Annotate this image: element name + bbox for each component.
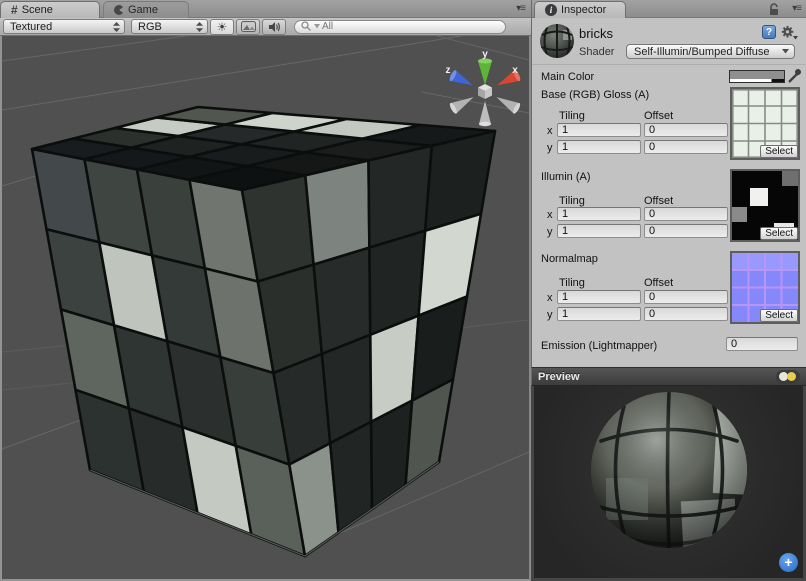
x-row-label: x xyxy=(547,209,553,221)
shader-label: Shader xyxy=(579,46,614,58)
x-row-label: x xyxy=(547,292,553,304)
material-name: bricks xyxy=(579,26,613,41)
gear-icon[interactable] xyxy=(781,25,798,40)
tiling-header: Tiling xyxy=(559,277,585,289)
main-color-swatch[interactable] xyxy=(729,70,785,83)
illumin-tiling-y-field[interactable] xyxy=(557,224,641,238)
lighting-toggle-button[interactable]: ☀ xyxy=(210,19,234,35)
offset-header: Offset xyxy=(644,277,673,289)
search-input[interactable] xyxy=(322,21,482,32)
shader-dropdown[interactable]: Self-Illumin/Bumped Diffuse xyxy=(626,44,795,59)
search-icon xyxy=(301,21,312,32)
preview-header[interactable]: Preview xyxy=(531,367,806,386)
image-icon xyxy=(241,21,256,32)
base-select-button[interactable]: Select xyxy=(760,145,798,158)
updown-arrows-icon xyxy=(196,22,203,32)
textured-cube[interactable] xyxy=(32,107,495,556)
illumin-select-button[interactable]: Select xyxy=(760,227,798,240)
normalmap-tiling-x-field[interactable] xyxy=(557,290,641,304)
gear-dropdown-arrow-icon xyxy=(793,36,798,40)
lock-open-icon[interactable] xyxy=(768,3,780,16)
normalmap-select-button[interactable]: Select xyxy=(760,309,798,322)
sun-icon: ☀ xyxy=(217,21,228,33)
search-filter-arrow-icon xyxy=(314,24,320,29)
main-color-label: Main Color xyxy=(541,71,594,83)
tab-inspector-label: Inspector xyxy=(561,4,606,16)
gizmo-y-label[interactable]: y xyxy=(482,49,488,60)
gizmo-axis-y[interactable] xyxy=(478,59,492,86)
gizmo-center-cube[interactable] xyxy=(478,84,492,99)
preview-title: Preview xyxy=(538,371,752,383)
unity-editor-window: # Scene Game ▾≡ Textured RGB ☀ xyxy=(0,0,806,581)
x-row-label: x xyxy=(547,125,553,137)
illumin-offset-y-field[interactable] xyxy=(644,224,728,238)
y-row-label: y xyxy=(547,142,553,154)
gizmo-axis-z[interactable] xyxy=(448,69,475,90)
base-tiling-y-field[interactable] xyxy=(557,140,641,154)
scene-3d-view: y x z xyxy=(2,36,529,577)
tab-inspector[interactable]: i Inspector xyxy=(534,1,626,18)
orientation-gizmo[interactable]: y x z xyxy=(446,49,522,126)
game-icon xyxy=(114,5,124,15)
inspector-panel-menu-icon[interactable]: ▾≡ xyxy=(792,3,801,14)
chevron-down-icon xyxy=(782,49,789,54)
illumin-tiling-x-field[interactable] xyxy=(557,207,641,221)
audio-toggle-button[interactable] xyxy=(262,19,286,35)
offset-header: Offset xyxy=(644,195,673,207)
speaker-icon xyxy=(268,21,281,33)
offset-header: Offset xyxy=(644,110,673,122)
tab-game[interactable]: Game xyxy=(103,1,189,18)
illumin-texture-thumbnail[interactable]: Select xyxy=(730,169,800,242)
inspector-tabbar: i Inspector ▾≡ xyxy=(531,0,806,18)
normalmap-texture-thumbnail[interactable]: Select xyxy=(730,251,800,324)
preview-sphere-render xyxy=(534,386,803,578)
channel-dropdown[interactable]: RGB xyxy=(131,19,208,34)
tab-scene[interactable]: # Scene xyxy=(0,1,100,18)
normalmap-offset-y-field[interactable] xyxy=(644,307,728,321)
normalmap-tiling-y-field[interactable] xyxy=(557,307,641,321)
normalmap-offset-x-field[interactable] xyxy=(644,290,728,304)
inspector-body: bricks Shader Self-Illumin/Bumped Diffus… xyxy=(531,18,806,367)
asset-labels-add-button[interactable]: + xyxy=(779,553,798,572)
tiling-header: Tiling xyxy=(559,195,585,207)
help-icon[interactable]: ? xyxy=(762,25,776,39)
base-tiling-x-field[interactable] xyxy=(557,123,641,137)
illumin-offset-x-field[interactable] xyxy=(644,207,728,221)
y-row-label: y xyxy=(547,309,553,321)
gizmo-x-label[interactable]: x xyxy=(512,65,518,76)
gizmo-z-label[interactable]: z xyxy=(446,65,451,76)
scene-panel-menu-icon[interactable]: ▾≡ xyxy=(516,3,525,14)
tab-game-label: Game xyxy=(128,4,158,16)
material-sphere-icon[interactable] xyxy=(538,22,576,60)
preview-lighting-icon[interactable] xyxy=(776,370,800,384)
y-row-label: y xyxy=(547,226,553,238)
illumin-section-label: Illumin (A) xyxy=(541,171,591,183)
base-section-label: Base (RGB) Gloss (A) xyxy=(541,89,649,101)
effects-toggle-button[interactable] xyxy=(236,19,260,35)
scene-tabbar: # Scene Game ▾≡ xyxy=(0,0,531,18)
normalmap-section-label: Normalmap xyxy=(541,253,598,265)
info-icon: i xyxy=(545,4,557,16)
eyedropper-icon[interactable] xyxy=(787,67,802,84)
emission-label: Emission (Lightmapper) xyxy=(541,340,657,352)
base-texture-thumbnail[interactable]: Select xyxy=(730,87,800,160)
emission-field[interactable] xyxy=(726,337,798,351)
tiling-header: Tiling xyxy=(559,110,585,122)
render-mode-dropdown[interactable]: Textured xyxy=(3,19,125,34)
scene-toolbar: Textured RGB ☀ xyxy=(0,18,531,36)
base-offset-x-field[interactable] xyxy=(644,123,728,137)
scene-search-field[interactable] xyxy=(294,20,506,34)
preview-sphere-icon[interactable] xyxy=(757,370,771,384)
scene-viewport[interactable]: y x z xyxy=(0,36,531,581)
preview-viewport[interactable]: + xyxy=(531,386,806,581)
updown-arrows-icon xyxy=(113,22,120,32)
base-offset-y-field[interactable] xyxy=(644,140,728,154)
scene-grid-icon: # xyxy=(11,3,18,17)
tab-scene-label: Scene xyxy=(22,4,53,16)
